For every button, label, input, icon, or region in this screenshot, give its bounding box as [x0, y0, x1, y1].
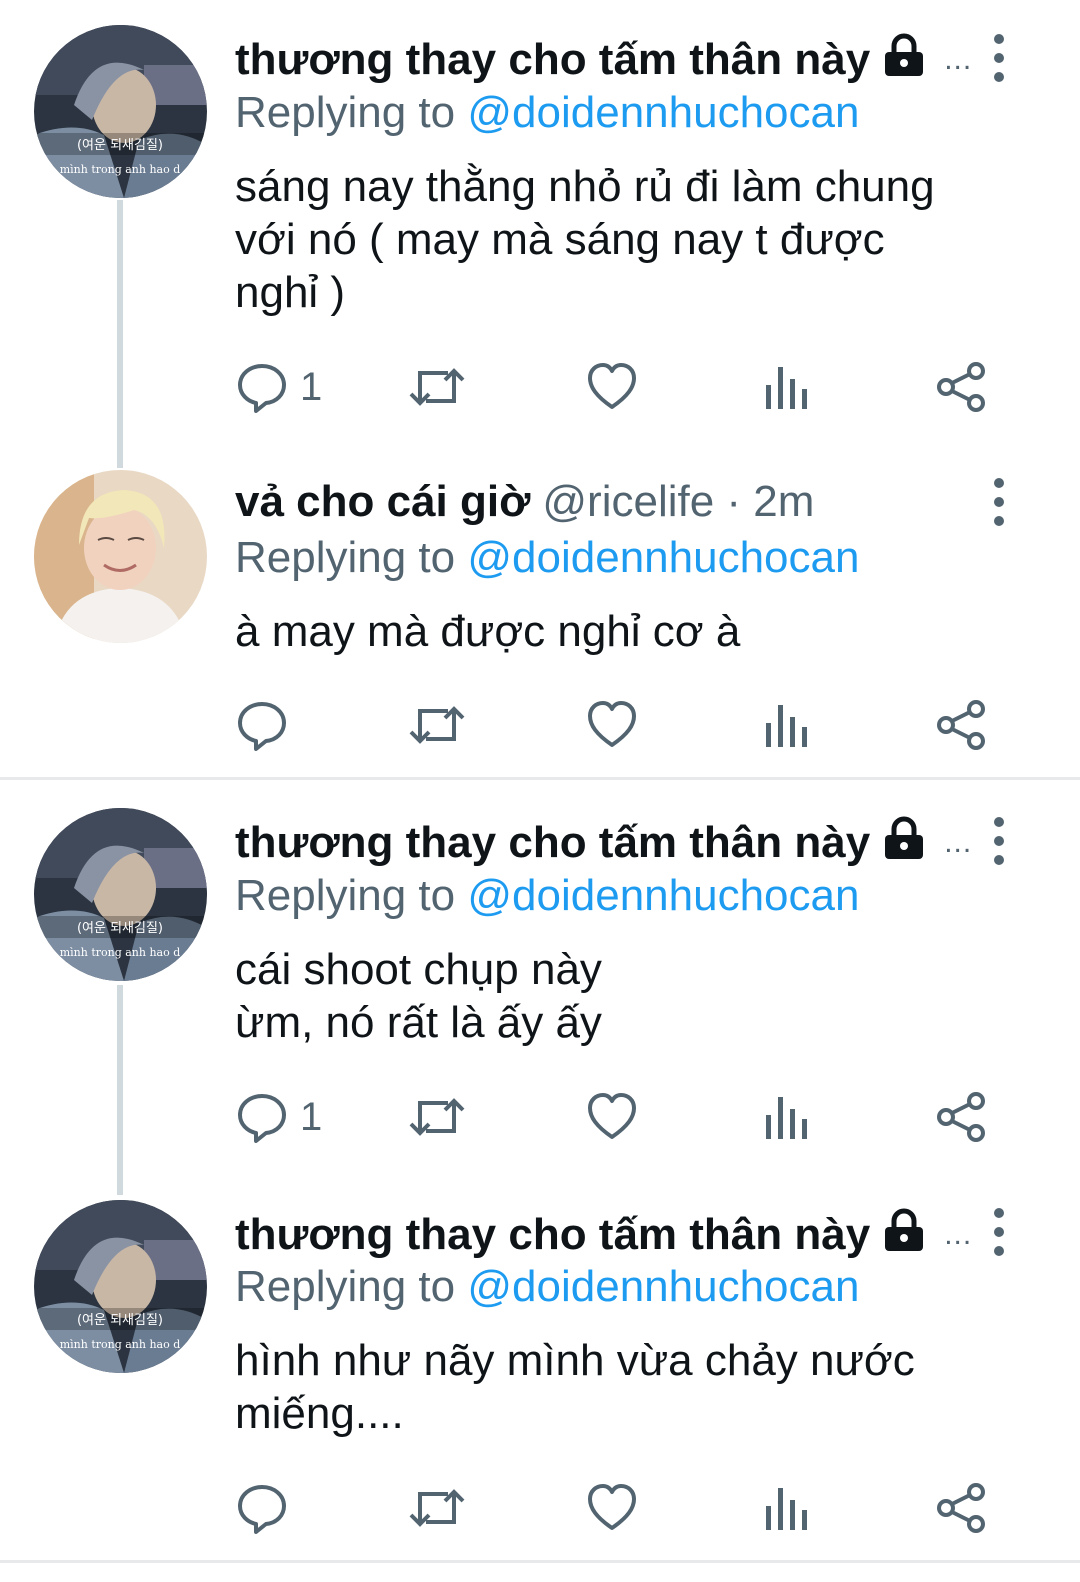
share-button[interactable] [936, 357, 988, 417]
tweet-actions: 1 [236, 357, 996, 417]
more-icon [994, 1208, 1004, 1218]
like-icon [586, 699, 638, 751]
reply-button[interactable] [236, 695, 300, 755]
like-button[interactable] [586, 1478, 638, 1538]
share-icon [936, 361, 988, 413]
analytics-icon [764, 1482, 810, 1534]
share-icon [936, 1091, 988, 1143]
avatar[interactable] [34, 470, 207, 643]
lock-icon [882, 32, 926, 89]
retweet-icon [408, 1091, 466, 1143]
reply-count: 1 [300, 364, 323, 409]
replying-to-label: Replying to [235, 88, 456, 137]
replying-to: Replying to @doidennhuchocan [235, 871, 859, 921]
more-options-button[interactable] [988, 817, 1010, 865]
tweet-header: thương thay cho tấm thân này ... [235, 30, 972, 90]
tweet-header: vả cho cái giờ @ricelife · 2m [235, 472, 814, 532]
retweet-button[interactable] [408, 357, 466, 417]
display-name[interactable]: thương thay cho tấm thân này [235, 818, 870, 868]
retweet-button[interactable] [408, 1087, 466, 1147]
retweet-icon [408, 361, 466, 413]
like-button[interactable] [586, 695, 638, 755]
replying-to-label: Replying to [235, 871, 456, 920]
analytics-icon [764, 361, 810, 413]
retweet-icon [408, 699, 466, 751]
avatar[interactable]: (여운 되새김질) mình trong anh hao d [34, 25, 207, 198]
svg-text:(여운 되새김질): (여운 되새김질) [77, 1313, 163, 1328]
truncation-ellipsis: ... [944, 826, 973, 859]
reply-icon [236, 1482, 288, 1534]
reply-icon [236, 1091, 288, 1143]
tweet-text: cái shoot chụp này ừm, nó rất là ấy ấy [235, 945, 602, 1047]
retweet-button[interactable] [408, 1478, 466, 1538]
display-name[interactable]: thương thay cho tấm thân này [235, 35, 870, 85]
more-icon [994, 34, 1004, 44]
more-icon [994, 817, 1004, 827]
analytics-icon [764, 699, 810, 751]
display-name[interactable]: vả cho cái giờ [235, 477, 530, 527]
reply-button[interactable]: 1 [236, 1087, 322, 1147]
tweet-text: à may mà được nghỉ cơ à [235, 607, 741, 656]
share-button[interactable] [936, 1087, 988, 1147]
analytics-button[interactable] [764, 695, 810, 755]
display-name[interactable]: thương thay cho tấm thân này [235, 1210, 870, 1260]
share-button[interactable] [936, 1478, 988, 1538]
like-icon [586, 361, 638, 413]
mention-link[interactable]: @doidennhuchocan [467, 533, 859, 582]
like-button[interactable] [586, 357, 638, 417]
reply-count: 1 [300, 1094, 323, 1139]
share-button[interactable] [936, 695, 988, 755]
like-icon [586, 1482, 638, 1534]
avatar[interactable]: (여운 되새김질) mình trong anh hao d [34, 808, 207, 981]
mention-link[interactable]: @doidennhuchocan [467, 1262, 859, 1311]
replying-to-label: Replying to [235, 1262, 456, 1311]
tweet-actions [236, 1478, 996, 1538]
thread-divider [0, 1560, 1080, 1563]
svg-text:(여운 되새김질): (여운 되새김질) [77, 138, 163, 153]
like-button[interactable] [586, 1087, 638, 1147]
tweet-header: thương thay cho tấm thân này ... [235, 813, 972, 873]
analytics-button[interactable] [764, 1087, 810, 1147]
analytics-button[interactable] [764, 357, 810, 417]
reply-icon [236, 361, 288, 413]
share-icon [936, 1482, 988, 1534]
tweet-header: thương thay cho tấm thân này ... [235, 1205, 972, 1265]
svg-text:mình trong anh hao d: mình trong anh hao d [60, 163, 181, 176]
replying-to-label: Replying to [235, 533, 456, 582]
mention-link[interactable]: @doidennhuchocan [467, 871, 859, 920]
tweet-actions [236, 695, 996, 755]
more-options-button[interactable] [988, 34, 1010, 82]
replying-to: Replying to @doidennhuchocan [235, 533, 859, 583]
mention-link[interactable]: @doidennhuchocan [467, 88, 859, 137]
thread-divider [0, 777, 1080, 780]
svg-text:mình trong anh hao d: mình trong anh hao d [60, 946, 181, 959]
avatar[interactable]: (여운 되새김질) mình trong anh hao d [34, 1200, 207, 1373]
analytics-button[interactable] [764, 1478, 810, 1538]
like-icon [586, 1091, 638, 1143]
more-icon [994, 478, 1004, 488]
thread-connector-line [117, 985, 123, 1195]
truncation-ellipsis: ... [944, 1218, 973, 1251]
analytics-icon [764, 1091, 810, 1143]
retweet-icon [408, 1482, 466, 1534]
tweet-actions: 1 [236, 1087, 996, 1147]
tweet-text: hình như nãy mình vừa chảy nước miếng...… [235, 1336, 915, 1438]
more-options-button[interactable] [988, 1208, 1010, 1256]
reply-button[interactable] [236, 1478, 300, 1538]
reply-icon [236, 699, 288, 751]
svg-text:mình trong anh hao d: mình trong anh hao d [60, 1338, 181, 1351]
share-icon [936, 699, 988, 751]
reply-button[interactable]: 1 [236, 357, 322, 417]
more-options-button[interactable] [988, 478, 1010, 526]
replying-to: Replying to @doidennhuchocan [235, 88, 859, 138]
tweet-text: sáng nay thằng nhỏ rủ đi làm chung với n… [235, 162, 935, 317]
lock-icon [882, 1207, 926, 1264]
lock-icon [882, 815, 926, 872]
thread-connector-line [117, 200, 123, 468]
handle-and-time[interactable]: @ricelife · 2m [542, 477, 814, 527]
replying-to: Replying to @doidennhuchocan [235, 1262, 859, 1312]
svg-text:(여운 되새김질): (여운 되새김질) [77, 921, 163, 936]
truncation-ellipsis: ... [944, 43, 973, 76]
retweet-button[interactable] [408, 695, 466, 755]
